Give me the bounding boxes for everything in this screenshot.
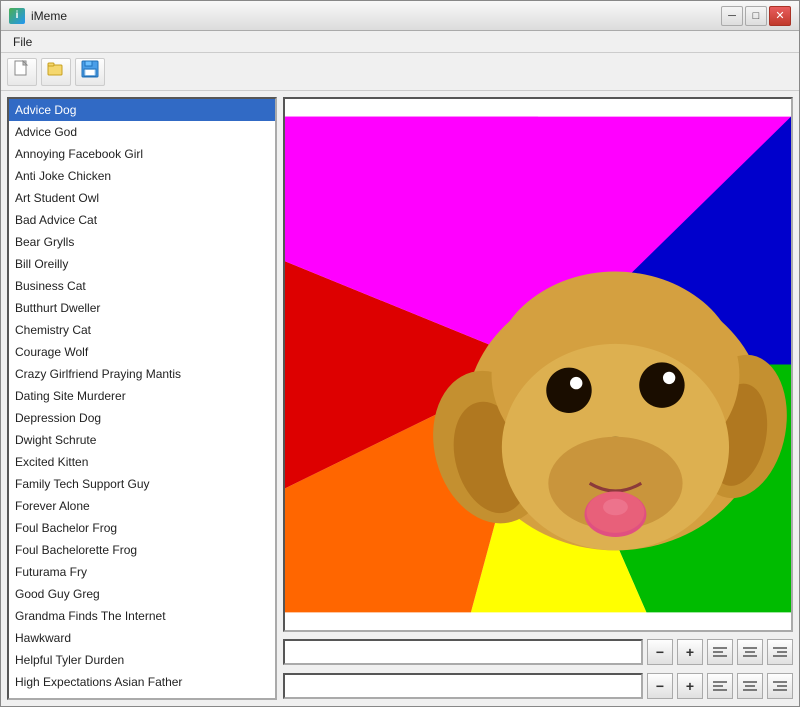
list-item[interactable]: Foul Bachelor Frog: [9, 517, 275, 539]
save-icon: [81, 60, 99, 83]
top-text-input[interactable]: [283, 639, 643, 665]
advice-dog-background: [285, 99, 791, 630]
app-icon: i: [9, 8, 25, 24]
list-item[interactable]: Futurama Fry: [9, 561, 275, 583]
menubar: File: [1, 31, 799, 53]
meme-list-panel: Advice DogAdvice GodAnnoying Facebook Gi…: [7, 97, 277, 700]
top-size-increase-button[interactable]: +: [677, 639, 703, 665]
toolbar: [1, 53, 799, 91]
new-icon: [13, 60, 31, 83]
minimize-button[interactable]: ─: [721, 6, 743, 26]
list-item[interactable]: Annoying Facebook Girl: [9, 143, 275, 165]
list-item[interactable]: Anti Joke Chicken: [9, 165, 275, 187]
list-item[interactable]: Bill Oreilly: [9, 253, 275, 275]
titlebar: i iMeme ─ □ ✕: [1, 1, 799, 31]
list-item[interactable]: Good Guy Greg: [9, 583, 275, 605]
list-item[interactable]: Forever Alone: [9, 495, 275, 517]
top-size-decrease-button[interactable]: −: [647, 639, 673, 665]
top-align-right-button[interactable]: [767, 639, 793, 665]
close-button[interactable]: ✕: [769, 6, 791, 26]
list-item[interactable]: Business Cat: [9, 275, 275, 297]
list-item[interactable]: Bad Advice Cat: [9, 209, 275, 231]
save-button[interactable]: [75, 58, 105, 86]
app-window: i iMeme ─ □ ✕ File: [0, 0, 800, 707]
list-item[interactable]: Hipster Kitty: [9, 693, 275, 698]
top-align-left-button[interactable]: [707, 639, 733, 665]
meme-display: [283, 97, 793, 632]
list-item[interactable]: Chemistry Cat: [9, 319, 275, 341]
list-item[interactable]: Hawkward: [9, 627, 275, 649]
bottom-text-row: − +: [283, 672, 793, 700]
bottom-align-right-button[interactable]: [767, 673, 793, 699]
list-item[interactable]: Bear Grylls: [9, 231, 275, 253]
right-panel: − + − +: [283, 97, 793, 700]
list-item[interactable]: Depression Dog: [9, 407, 275, 429]
list-item[interactable]: Advice Dog: [9, 99, 275, 121]
list-item[interactable]: Family Tech Support Guy: [9, 473, 275, 495]
bottom-text-input[interactable]: [283, 673, 643, 699]
bottom-align-center-button[interactable]: [737, 673, 763, 699]
list-item[interactable]: Excited Kitten: [9, 451, 275, 473]
new-button[interactable]: [7, 58, 37, 86]
list-item[interactable]: Art Student Owl: [9, 187, 275, 209]
open-icon: [47, 60, 65, 83]
list-item[interactable]: Courage Wolf: [9, 341, 275, 363]
meme-list[interactable]: Advice DogAdvice GodAnnoying Facebook Gi…: [9, 99, 275, 698]
list-item[interactable]: Advice God: [9, 121, 275, 143]
maximize-button[interactable]: □: [745, 6, 767, 26]
list-item[interactable]: Dwight Schrute: [9, 429, 275, 451]
list-item[interactable]: High Expectations Asian Father: [9, 671, 275, 693]
window-controls: ─ □ ✕: [721, 6, 791, 26]
bottom-size-decrease-button[interactable]: −: [647, 673, 673, 699]
list-item[interactable]: Dating Site Murderer: [9, 385, 275, 407]
open-button[interactable]: [41, 58, 71, 86]
main-area: Advice DogAdvice GodAnnoying Facebook Gi…: [1, 91, 799, 706]
list-item[interactable]: Foul Bachelorette Frog: [9, 539, 275, 561]
list-item[interactable]: Butthurt Dweller: [9, 297, 275, 319]
window-title: iMeme: [31, 9, 721, 23]
top-text-row: − +: [283, 638, 793, 666]
list-item[interactable]: Helpful Tyler Durden: [9, 649, 275, 671]
bottom-align-left-button[interactable]: [707, 673, 733, 699]
list-item[interactable]: Grandma Finds The Internet: [9, 605, 275, 627]
top-align-center-button[interactable]: [737, 639, 763, 665]
menu-file[interactable]: File: [5, 33, 40, 51]
list-item[interactable]: Crazy Girlfriend Praying Mantis: [9, 363, 275, 385]
bottom-size-increase-button[interactable]: +: [677, 673, 703, 699]
